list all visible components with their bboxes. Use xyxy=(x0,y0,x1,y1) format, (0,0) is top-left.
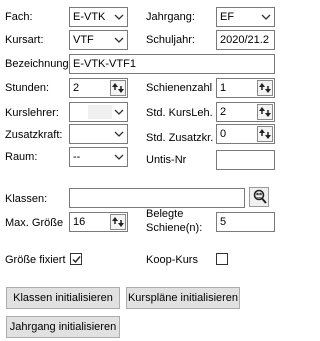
checkmark-icon xyxy=(72,256,81,264)
chevron-down-icon xyxy=(114,109,124,115)
raum-label: Raum: xyxy=(5,151,38,163)
chevron-down-icon xyxy=(114,131,124,137)
zusatzkraft-dropdown[interactable] xyxy=(69,124,128,144)
spin-arrows-icon xyxy=(259,129,271,139)
stunden-value: 2 xyxy=(73,82,80,94)
spin-arrows-icon xyxy=(259,107,271,117)
koop-kurs-label: Koop-Kurs xyxy=(146,254,198,266)
chevron-down-icon xyxy=(114,14,124,20)
search-people-icon xyxy=(253,189,267,204)
spin-arrows-icon xyxy=(259,83,271,93)
klassen-input[interactable] xyxy=(69,188,245,208)
belegte-schiene-label-line1: Belegte xyxy=(146,208,184,220)
jahrgang-value: EF xyxy=(220,11,235,23)
chevron-down-icon xyxy=(114,154,124,160)
fach-label: Fach: xyxy=(5,11,33,23)
kursart-dropdown[interactable]: VTF xyxy=(69,30,128,50)
stunden-spin-button[interactable] xyxy=(110,80,126,96)
std-zusatzkr-value: 0 xyxy=(220,128,227,140)
zusatzkraft-label: Zusatzkraft: xyxy=(5,129,63,141)
belegte-schiene-label-line2: Schiene(n): xyxy=(146,222,203,234)
std-kursleh-label: Std. KursLeh. xyxy=(146,107,213,119)
spin-arrows-icon xyxy=(112,83,124,93)
std-kursleh-spin-button[interactable] xyxy=(257,104,273,120)
std-kursleh-value: 2 xyxy=(220,106,227,118)
untis-nr-input[interactable] xyxy=(216,150,275,170)
bezeichnung-value: E-VTK-VTF1 xyxy=(73,58,136,70)
schienenzahl-label: Schienenzahl xyxy=(146,82,213,94)
belegte-schiene-value: 5 xyxy=(220,216,227,228)
jahrgang-initialisieren-button[interactable]: Jahrgang initialisieren xyxy=(6,316,120,338)
kurslehrer-placeholder xyxy=(88,105,112,119)
max-groesse-spinner[interactable]: 16 xyxy=(69,212,128,232)
fach-value: E-VTK xyxy=(73,11,106,23)
schuljahr-value: 2020/21.2 xyxy=(220,34,269,46)
stunden-label: Stunden: xyxy=(5,82,50,94)
kurslehrer-dropdown[interactable] xyxy=(69,102,128,122)
koop-kurs-checkbox[interactable] xyxy=(216,253,228,265)
raum-dropdown[interactable]: -- xyxy=(69,147,128,167)
bezeichnung-input[interactable]: E-VTK-VTF1 xyxy=(69,54,275,74)
klassen-search-button[interactable] xyxy=(249,187,269,207)
jahrgang-label: Jahrgang: xyxy=(146,11,195,23)
max-groesse-value: 16 xyxy=(73,216,86,228)
chevron-down-icon xyxy=(261,14,271,20)
max-groesse-spin-button[interactable] xyxy=(110,214,126,230)
schienenzahl-value: 1 xyxy=(220,82,227,94)
groesse-fixiert-checkbox[interactable] xyxy=(70,253,82,265)
schienenzahl-spin-button[interactable] xyxy=(257,80,273,96)
chevron-down-icon xyxy=(114,37,124,43)
spin-arrows-icon xyxy=(112,217,124,227)
groesse-fixiert-label: Größe fixiert xyxy=(5,254,66,266)
std-zusatzkr-spin-button[interactable] xyxy=(257,126,273,142)
belegte-schiene-field[interactable]: 5 xyxy=(216,212,275,232)
fach-dropdown[interactable]: E-VTK xyxy=(69,7,128,27)
schuljahr-field[interactable]: 2020/21.2 xyxy=(216,30,275,50)
max-groesse-label: Max. Größe xyxy=(5,217,64,229)
untis-nr-label: Untis-Nr xyxy=(146,154,187,166)
kursart-value: VTF xyxy=(73,34,94,46)
schienenzahl-spinner[interactable]: 1 xyxy=(216,78,275,98)
klassen-initialisieren-button[interactable]: Klassen initialisieren xyxy=(6,287,120,309)
kursplaene-initialisieren-button[interactable]: Kurspläne initialisieren xyxy=(126,287,240,309)
stunden-spinner[interactable]: 2 xyxy=(69,78,128,98)
std-zusatzkr-label: Std. Zusatzkr. xyxy=(146,132,214,144)
std-zusatzkr-spinner[interactable]: 0 xyxy=(216,124,275,144)
jahrgang-dropdown[interactable]: EF xyxy=(216,7,275,27)
bezeichnung-label: Bezeichnung: xyxy=(5,58,72,70)
schuljahr-label: Schuljahr: xyxy=(146,34,195,46)
std-kursleh-spinner[interactable]: 2 xyxy=(216,102,275,122)
kurslehrer-label: Kurslehrer: xyxy=(5,107,59,119)
klassen-label: Klassen: xyxy=(5,193,48,205)
kursart-label: Kursart: xyxy=(5,34,44,46)
raum-value: -- xyxy=(73,151,81,163)
